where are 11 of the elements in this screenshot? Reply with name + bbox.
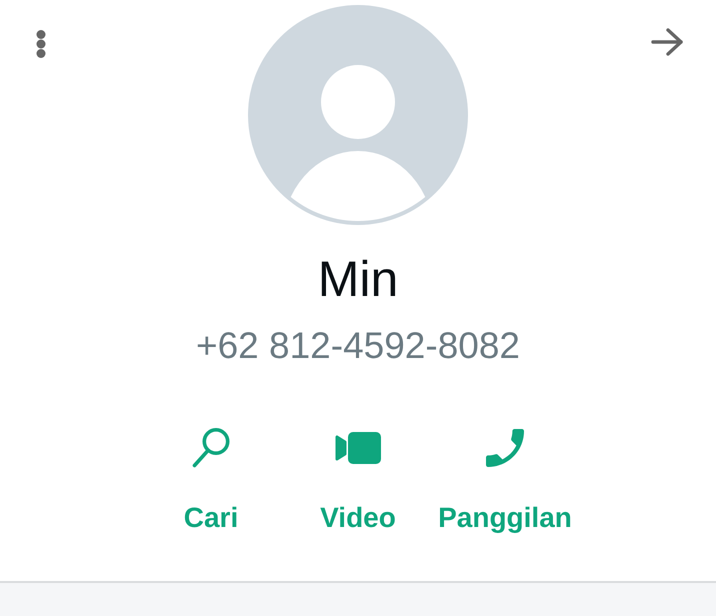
- person-avatar-icon: [248, 5, 468, 225]
- phone-number: +62 812-4592-8082: [196, 325, 520, 367]
- phone-icon: [486, 429, 524, 467]
- contact-name: Min: [318, 250, 398, 309]
- call-button[interactable]: Panggilan: [432, 428, 578, 535]
- menu-icon[interactable]: [36, 30, 46, 58]
- video-camera-icon: [335, 432, 381, 464]
- search-icon: [192, 428, 230, 468]
- arrow-icon[interactable]: [651, 27, 684, 57]
- video-button[interactable]: Video: [284, 428, 432, 535]
- search-button[interactable]: Cari: [138, 428, 284, 535]
